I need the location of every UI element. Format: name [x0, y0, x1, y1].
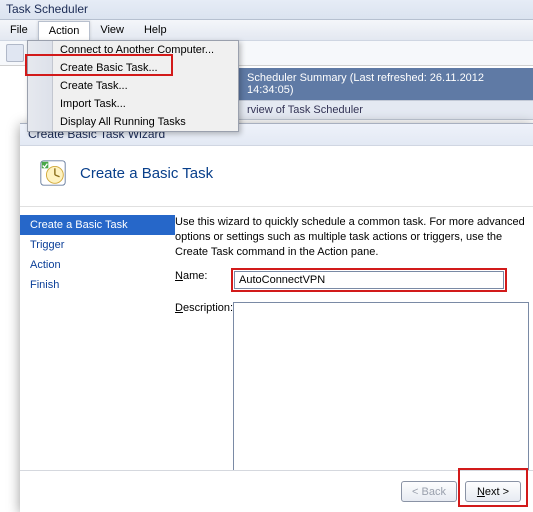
menu-view[interactable]: View	[90, 21, 134, 39]
wizard-header-title: Create a Basic Task	[80, 165, 213, 182]
wizard-intro-text: Use this wizard to quickly schedule a co…	[175, 215, 529, 260]
wizard-icon	[38, 158, 68, 188]
description-label-text: escription:	[183, 302, 233, 314]
wizard-footer: < Back Next >	[20, 470, 533, 512]
name-label: Name:	[175, 270, 233, 282]
wizard-steps: Create a Basic Task Trigger Action Finis…	[20, 207, 175, 470]
wizard-main: Use this wizard to quickly schedule a co…	[175, 207, 533, 470]
overview-section-text: rview of Task Scheduler	[247, 104, 363, 116]
window-title: Task Scheduler	[0, 0, 533, 20]
next-button[interactable]: Next >	[465, 481, 521, 502]
name-input[interactable]	[234, 271, 504, 289]
description-input[interactable]	[233, 302, 529, 470]
description-label: Description:	[175, 302, 233, 314]
scheduler-summary-bar: Scheduler Summary (Last refreshed: 26.11…	[237, 68, 533, 100]
app-title: Task Scheduler	[6, 2, 88, 16]
wizard-body: Create a Basic Task Trigger Action Finis…	[20, 207, 533, 470]
menu-action[interactable]: Action	[38, 21, 91, 40]
menu-import-task[interactable]: Import Task...	[28, 95, 238, 113]
menu-connect-another-computer[interactable]: Connect to Another Computer...	[28, 41, 238, 59]
create-basic-task-wizard: Create Basic Task Wizard Create a Basic …	[20, 123, 533, 512]
annotation-highlight-name	[231, 268, 507, 292]
wizard-header: Create a Basic Task	[20, 146, 533, 207]
menu-display-running-tasks[interactable]: Display All Running Tasks	[28, 113, 238, 131]
back-button: < Back	[401, 481, 457, 502]
menu-create-basic-task[interactable]: Create Basic Task...	[28, 59, 238, 77]
step-action[interactable]: Action	[20, 255, 175, 275]
description-row: Description:	[175, 302, 529, 470]
scheduler-summary-text: Scheduler Summary (Last refreshed: 26.11…	[247, 72, 484, 96]
step-finish[interactable]: Finish	[20, 275, 175, 295]
menu-help[interactable]: Help	[134, 21, 177, 39]
tree-node-icon	[6, 44, 24, 62]
action-menu-dropdown: Connect to Another Computer... Create Ba…	[27, 40, 239, 132]
name-row: Name:	[175, 270, 529, 292]
step-trigger[interactable]: Trigger	[20, 235, 175, 255]
menu-file[interactable]: File	[0, 21, 38, 39]
menu-create-task[interactable]: Create Task...	[28, 77, 238, 95]
step-create-basic-task[interactable]: Create a Basic Task	[20, 215, 175, 235]
name-label-text: ame:	[183, 270, 207, 282]
menubar: File Action View Help	[0, 20, 533, 41]
overview-section-head: rview of Task Scheduler	[237, 100, 533, 120]
